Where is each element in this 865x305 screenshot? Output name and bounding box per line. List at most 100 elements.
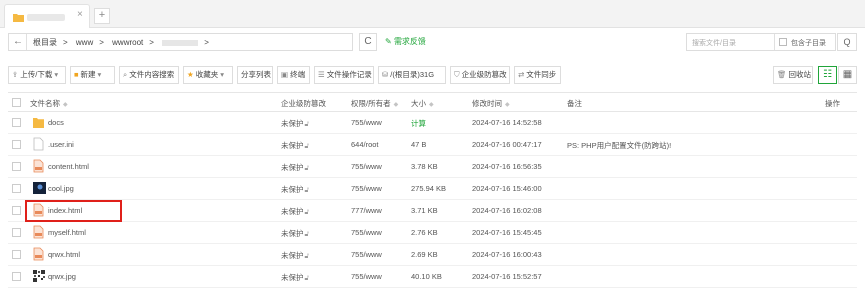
tamper-status[interactable]: 未保护🔓︎ xyxy=(281,228,309,239)
search-box[interactable]: 搜索文件/目录 包含子目录 xyxy=(686,33,836,51)
lock-icon: 🔓︎ xyxy=(304,187,310,194)
tab-title-redacted xyxy=(27,14,65,21)
permission[interactable]: 755/www xyxy=(351,272,382,281)
breadcrumb-www[interactable]: www xyxy=(76,38,93,47)
tamper-status[interactable]: 未保护🔓︎ xyxy=(281,140,309,151)
close-icon[interactable]: × xyxy=(77,9,83,20)
content-search-button[interactable]: ⌕ 文件内容搜索 xyxy=(119,66,179,84)
table-row[interactable]: docs 未保护🔓︎ 755/www 计算 2024-07-16 14:52:5… xyxy=(8,112,857,134)
modified-time: 2024-07-16 15:45:45 xyxy=(472,228,542,237)
file-name[interactable]: .user.ini xyxy=(48,140,74,149)
list-view-button[interactable]: ☷ xyxy=(818,66,837,84)
breadcrumb-root[interactable]: 根目录 xyxy=(33,38,57,47)
table-row[interactable]: qrwx.jpg 未保护🔓︎ 755/www 40.10 KB 2024-07-… xyxy=(8,266,857,288)
upload-download-button[interactable]: ⇪ 上传/下载 ▾ xyxy=(8,66,66,84)
row-checkbox[interactable] xyxy=(12,206,21,215)
include-subdir-checkbox[interactable] xyxy=(779,38,787,46)
row-checkbox[interactable] xyxy=(12,140,21,149)
file-sync-button[interactable]: ⇄ 文件同步 xyxy=(514,66,561,84)
tamper-status[interactable]: 未保护🔓︎ xyxy=(281,184,309,195)
permission[interactable]: 777/www xyxy=(351,206,382,215)
table-row[interactable]: myself.html 未保护🔓︎ 755/www 2.76 KB 2024-0… xyxy=(8,222,857,244)
modified-time: 2024-07-16 00:47:17 xyxy=(472,140,542,149)
search-button[interactable]: Q xyxy=(837,33,857,51)
permission[interactable]: 755/www xyxy=(351,184,382,193)
share-list-button[interactable]: 分享列表 xyxy=(237,66,273,84)
tamper-status[interactable]: 未保护🔓︎ xyxy=(281,206,309,217)
file-name[interactable]: content.html xyxy=(48,162,89,171)
permission[interactable]: 755/www xyxy=(351,250,382,259)
tamper-status[interactable]: 未保护🔓︎ xyxy=(281,272,309,283)
tamper-status-label: 未保护 xyxy=(281,207,304,216)
disk-button[interactable]: ⛁/(根目录)31G xyxy=(378,66,446,84)
grid-view-button[interactable]: ▦ xyxy=(838,66,857,84)
file-name[interactable]: qrwx.html xyxy=(48,250,80,259)
file-name[interactable]: docs xyxy=(48,118,64,127)
row-checkbox[interactable] xyxy=(12,162,21,171)
tamper-status[interactable]: 未保护🔓︎ xyxy=(281,162,309,173)
table-row[interactable]: content.html 未保护🔓︎ 755/www 3.78 KB 2024-… xyxy=(8,156,857,178)
size-calculate-link[interactable]: 计算 xyxy=(411,118,426,129)
back-arrow-icon[interactable]: ← xyxy=(13,36,23,47)
star-icon: ★ xyxy=(187,70,194,79)
file-name[interactable]: cool.jpg xyxy=(48,184,74,193)
table-row[interactable]: .user.ini 未保护🔓︎ 644/root 47 B 2024-07-16… xyxy=(8,134,857,156)
trash-icon: 🗑 xyxy=(777,70,787,79)
tamper-status-label: 未保护 xyxy=(281,185,304,194)
feedback-link[interactable]: ✎ 需求反馈 xyxy=(385,36,426,47)
recycle-bin-button[interactable]: 🗑 回收站 xyxy=(773,66,813,84)
content-search-label: 文件内容搜索 xyxy=(129,70,175,79)
grid-icon: ▦ xyxy=(842,69,853,80)
file-name[interactable]: qrwx.jpg xyxy=(48,272,76,281)
tamper-status[interactable]: 未保护🔓︎ xyxy=(281,118,309,129)
terminal-button[interactable]: ▣ 终端 xyxy=(277,66,310,84)
folder-icon xyxy=(33,118,44,128)
tamper-status[interactable]: 未保护🔓︎ xyxy=(281,250,309,261)
refresh-button[interactable]: C xyxy=(359,33,377,51)
permission[interactable]: 755/www xyxy=(351,118,382,127)
new-button[interactable]: ■ 新建 ▾ xyxy=(70,66,115,84)
search-icon: Q xyxy=(843,37,851,47)
row-checkbox[interactable] xyxy=(12,272,21,281)
tamper-protection-button[interactable]: ⛉ 企业级防篡改 xyxy=(450,66,510,84)
tab-current-directory[interactable]: × xyxy=(4,4,90,28)
favorites-button[interactable]: ★ 收藏夹 ▾ xyxy=(183,66,233,84)
table-row[interactable]: qrwx.html 未保护🔓︎ 755/www 2.69 KB 2024-07-… xyxy=(8,244,857,266)
breadcrumb-more[interactable]: > xyxy=(204,38,209,47)
file-op-log-button[interactable]: ☰ 文件操作记录 xyxy=(314,66,374,84)
row-checkbox[interactable] xyxy=(12,228,21,237)
upload-icon: ⇪ xyxy=(12,70,19,79)
permission[interactable]: 644/root xyxy=(351,140,379,149)
path-bar[interactable]: ← 根目录 > www > wwwroot > > xyxy=(8,33,353,51)
permission[interactable]: 755/www xyxy=(351,228,382,237)
column-name-header[interactable]: 文件名称 ◆ xyxy=(30,98,68,109)
column-note-header: 备注 xyxy=(567,99,582,108)
table-row[interactable]: cool.jpg 未保护🔓︎ 755/www 275.94 KB 2024-07… xyxy=(8,178,857,200)
add-tab-button[interactable]: + xyxy=(94,8,110,24)
tamper-status-label: 未保护 xyxy=(281,163,304,172)
modified-time: 2024-07-16 16:00:43 xyxy=(472,250,542,259)
row-checkbox[interactable] xyxy=(12,118,21,127)
file-size: 47 B xyxy=(411,140,427,149)
row-checkbox[interactable] xyxy=(12,250,21,259)
tamper-status-label: 未保护 xyxy=(281,251,304,260)
lock-icon: 🔓︎ xyxy=(304,209,310,216)
permission[interactable]: 755/www xyxy=(351,162,382,171)
note[interactable]: PS: PHP用户配置文件(防跨站)! xyxy=(567,140,671,151)
breadcrumb-redacted[interactable] xyxy=(162,39,199,46)
column-tamper-header: 企业级防篡改 xyxy=(281,99,326,108)
file-sync-label: 文件同步 xyxy=(526,70,557,79)
row-checkbox[interactable] xyxy=(12,184,21,193)
select-all-checkbox[interactable] xyxy=(12,98,21,107)
column-mtime-header[interactable]: 修改时间 ◆ xyxy=(472,98,510,109)
divider xyxy=(774,34,775,50)
file-name[interactable]: myself.html xyxy=(48,228,86,237)
table-row[interactable]: index.html 未保护🔓︎ 777/www 3.71 KB 2024-07… xyxy=(8,200,857,222)
html-icon xyxy=(33,247,44,261)
modified-time: 2024-07-16 15:52:57 xyxy=(472,272,542,281)
search-input[interactable]: 搜索文件/目录 xyxy=(692,38,736,48)
chevron-down-icon: ▾ xyxy=(220,70,224,79)
breadcrumb-wwwroot[interactable]: wwwroot xyxy=(112,38,143,47)
column-perm-header[interactable]: 权限/所有者 ◆ xyxy=(351,98,398,109)
column-size-header[interactable]: 大小 ◆ xyxy=(411,98,434,109)
